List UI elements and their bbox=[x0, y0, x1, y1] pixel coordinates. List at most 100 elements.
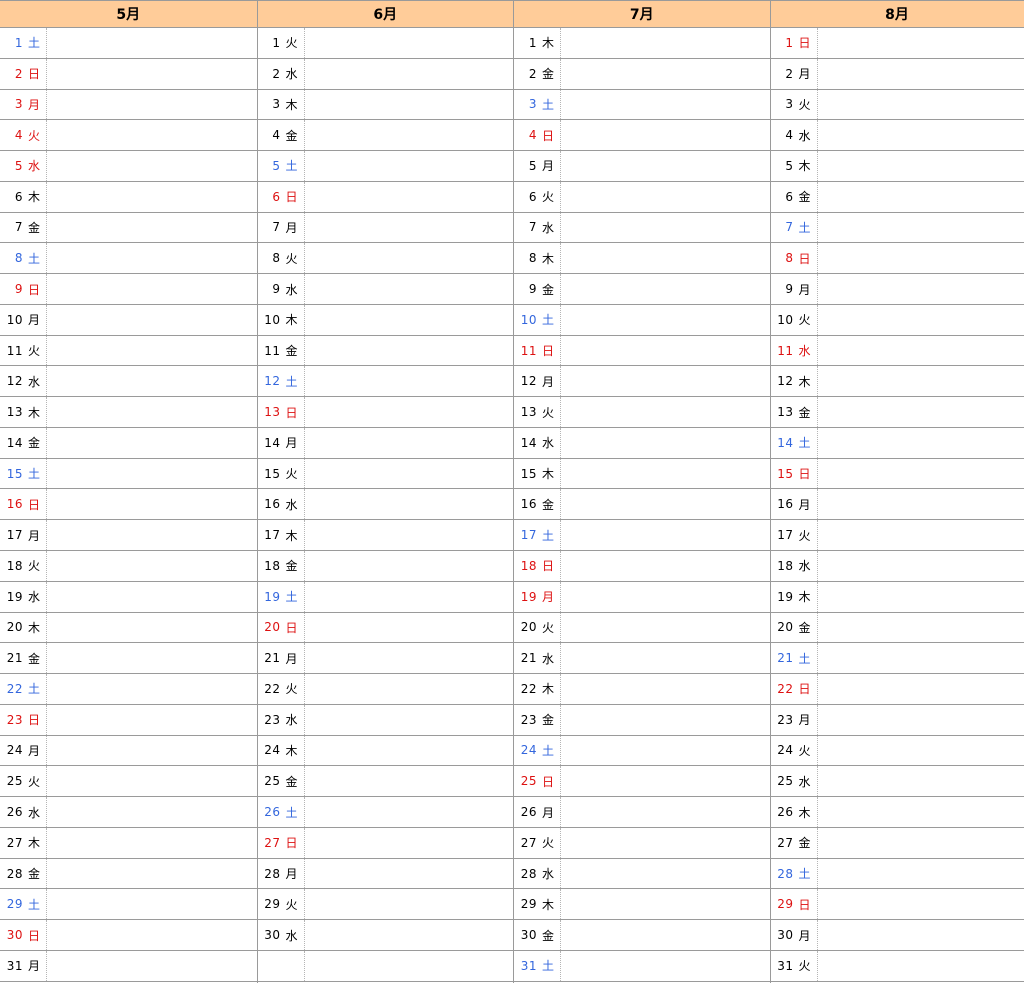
day-memo-cell[interactable] bbox=[47, 90, 257, 120]
day-memo-cell[interactable] bbox=[818, 336, 1024, 366]
day-memo-cell[interactable] bbox=[818, 213, 1024, 243]
day-memo-cell[interactable] bbox=[561, 213, 770, 243]
day-memo-cell[interactable] bbox=[305, 582, 514, 612]
day-memo-cell[interactable] bbox=[47, 28, 257, 58]
day-memo-cell[interactable] bbox=[561, 243, 770, 273]
day-memo-cell[interactable] bbox=[561, 920, 770, 950]
day-memo-cell[interactable] bbox=[561, 705, 770, 735]
day-memo-cell[interactable] bbox=[47, 889, 257, 919]
day-memo-cell[interactable] bbox=[305, 520, 514, 550]
day-memo-cell[interactable] bbox=[818, 90, 1024, 120]
day-memo-cell[interactable] bbox=[47, 705, 257, 735]
day-memo-cell[interactable] bbox=[47, 920, 257, 950]
day-memo-cell[interactable] bbox=[47, 951, 257, 981]
day-memo-cell[interactable] bbox=[561, 182, 770, 212]
day-memo-cell[interactable] bbox=[47, 459, 257, 489]
day-memo-cell[interactable] bbox=[305, 920, 514, 950]
day-memo-cell[interactable] bbox=[561, 59, 770, 89]
day-memo-cell[interactable] bbox=[561, 274, 770, 304]
day-memo-cell[interactable] bbox=[47, 151, 257, 181]
day-memo-cell[interactable] bbox=[47, 520, 257, 550]
day-memo-cell[interactable] bbox=[47, 674, 257, 704]
day-memo-cell[interactable] bbox=[818, 274, 1024, 304]
day-memo-cell[interactable] bbox=[305, 274, 514, 304]
day-memo-cell[interactable] bbox=[47, 582, 257, 612]
day-memo-cell[interactable] bbox=[561, 797, 770, 827]
day-memo-cell[interactable] bbox=[561, 643, 770, 673]
day-memo-cell[interactable] bbox=[818, 120, 1024, 150]
day-memo-cell[interactable] bbox=[47, 213, 257, 243]
day-memo-cell[interactable] bbox=[818, 520, 1024, 550]
day-memo-cell[interactable] bbox=[305, 90, 514, 120]
day-memo-cell[interactable] bbox=[561, 305, 770, 335]
day-memo-cell[interactable] bbox=[47, 336, 257, 366]
day-memo-cell[interactable] bbox=[818, 551, 1024, 581]
day-memo-cell[interactable] bbox=[818, 366, 1024, 396]
day-memo-cell[interactable] bbox=[818, 951, 1024, 981]
day-memo-cell[interactable] bbox=[818, 920, 1024, 950]
day-memo-cell[interactable] bbox=[818, 151, 1024, 181]
day-memo-cell[interactable] bbox=[561, 736, 770, 766]
day-memo-cell[interactable] bbox=[818, 243, 1024, 273]
day-memo-cell[interactable] bbox=[305, 551, 514, 581]
day-memo-cell[interactable] bbox=[47, 274, 257, 304]
day-memo-cell[interactable] bbox=[561, 459, 770, 489]
day-memo-cell[interactable] bbox=[47, 551, 257, 581]
day-memo-cell[interactable] bbox=[818, 828, 1024, 858]
day-memo-cell[interactable] bbox=[561, 28, 770, 58]
day-memo-cell[interactable] bbox=[47, 428, 257, 458]
day-memo-cell[interactable] bbox=[818, 766, 1024, 796]
day-memo-cell[interactable] bbox=[305, 305, 514, 335]
day-memo-cell[interactable] bbox=[305, 151, 514, 181]
day-memo-cell[interactable] bbox=[305, 28, 514, 58]
day-memo-cell[interactable] bbox=[818, 59, 1024, 89]
day-memo-cell[interactable] bbox=[47, 59, 257, 89]
day-memo-cell[interactable] bbox=[305, 766, 514, 796]
day-memo-cell[interactable] bbox=[47, 305, 257, 335]
day-memo-cell[interactable] bbox=[305, 643, 514, 673]
day-memo-cell[interactable] bbox=[818, 397, 1024, 427]
day-memo-cell[interactable] bbox=[305, 859, 514, 889]
day-memo-cell[interactable] bbox=[561, 336, 770, 366]
day-memo-cell[interactable] bbox=[47, 397, 257, 427]
day-memo-cell[interactable] bbox=[305, 213, 514, 243]
day-memo-cell[interactable] bbox=[47, 828, 257, 858]
day-memo-cell[interactable] bbox=[305, 797, 514, 827]
day-memo-cell[interactable] bbox=[818, 674, 1024, 704]
day-memo-cell[interactable] bbox=[561, 520, 770, 550]
day-memo-cell[interactable] bbox=[305, 428, 514, 458]
day-memo-cell[interactable] bbox=[47, 489, 257, 519]
day-memo-cell[interactable] bbox=[47, 613, 257, 643]
day-memo-cell[interactable] bbox=[47, 797, 257, 827]
day-memo-cell[interactable] bbox=[561, 90, 770, 120]
day-memo-cell[interactable] bbox=[305, 336, 514, 366]
day-memo-cell[interactable] bbox=[561, 397, 770, 427]
day-memo-cell[interactable] bbox=[47, 182, 257, 212]
day-memo-cell[interactable] bbox=[305, 397, 514, 427]
day-memo-cell[interactable] bbox=[818, 305, 1024, 335]
day-memo-cell[interactable] bbox=[305, 674, 514, 704]
day-memo-cell[interactable] bbox=[561, 151, 770, 181]
day-memo-cell[interactable] bbox=[818, 28, 1024, 58]
day-memo-cell[interactable] bbox=[47, 736, 257, 766]
day-memo-cell[interactable] bbox=[305, 120, 514, 150]
day-memo-cell[interactable] bbox=[305, 951, 514, 981]
day-memo-cell[interactable] bbox=[561, 366, 770, 396]
day-memo-cell[interactable] bbox=[818, 643, 1024, 673]
day-memo-cell[interactable] bbox=[47, 366, 257, 396]
day-memo-cell[interactable] bbox=[561, 428, 770, 458]
day-memo-cell[interactable] bbox=[561, 551, 770, 581]
day-memo-cell[interactable] bbox=[305, 889, 514, 919]
day-memo-cell[interactable] bbox=[561, 828, 770, 858]
day-memo-cell[interactable] bbox=[305, 59, 514, 89]
day-memo-cell[interactable] bbox=[818, 428, 1024, 458]
day-memo-cell[interactable] bbox=[818, 859, 1024, 889]
day-memo-cell[interactable] bbox=[561, 889, 770, 919]
day-memo-cell[interactable] bbox=[561, 859, 770, 889]
day-memo-cell[interactable] bbox=[561, 120, 770, 150]
day-memo-cell[interactable] bbox=[818, 182, 1024, 212]
day-memo-cell[interactable] bbox=[561, 489, 770, 519]
day-memo-cell[interactable] bbox=[818, 613, 1024, 643]
day-memo-cell[interactable] bbox=[818, 459, 1024, 489]
day-memo-cell[interactable] bbox=[305, 243, 514, 273]
